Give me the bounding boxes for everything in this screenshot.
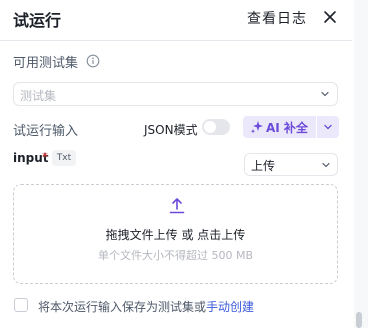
input-mode-value: 上传 [251,159,276,173]
ai-complete-dropdown[interactable] [317,116,339,138]
panel-header: 试运行 查看日志 [0,0,352,36]
dataset-select[interactable]: 测试集 [13,82,338,106]
manual-create-link[interactable]: 手动创建 [206,298,254,315]
scrollbar-track[interactable] [354,0,368,328]
upload-hint-text: 单个文件大小不得超过 500 MB [97,249,254,262]
upload-icon [169,198,185,214]
trial-run-panel: 试运行 查看日志 可用测试集 测试集 试运行输入 JSON模式 AI 补全 in… [0,0,368,328]
save-as-dataset-label: 将本次运行输入保存为测试集或 [38,300,207,314]
info-icon[interactable] [86,54,100,68]
ai-complete-button[interactable]: AI 补全 [243,116,316,138]
dataset-label: 可用测试集 [13,56,79,71]
run-input-label: 试运行输入 [13,124,79,139]
panel-title: 试运行 [13,11,62,30]
chevron-down-icon [321,91,329,97]
scrollbar-thumb[interactable] [356,312,362,328]
file-upload-dropzone[interactable]: 拖拽文件上传 或 点击上传 单个文件大小不得超过 500 MB [13,184,338,284]
json-mode-label: JSON模式 [144,123,198,137]
save-as-dataset-checkbox[interactable] [14,298,28,312]
json-mode-toggle[interactable] [202,119,230,135]
required-mark: * [42,150,48,164]
type-tag: Txt [52,150,76,166]
view-log-link[interactable]: 查看日志 [247,8,307,28]
input-mode-select[interactable]: 上传 [244,153,338,176]
ai-complete-label: AI 补全 [266,121,308,135]
sparkle-icon [250,121,263,134]
dataset-select-placeholder: 测试集 [20,89,57,103]
toggle-knob [204,121,216,133]
chevron-down-icon [322,162,330,168]
chevron-down-icon [324,124,332,130]
header-divider [0,40,352,41]
close-icon[interactable] [322,9,338,25]
upload-primary-text: 拖拽文件上传 或 点击上传 [105,228,246,242]
